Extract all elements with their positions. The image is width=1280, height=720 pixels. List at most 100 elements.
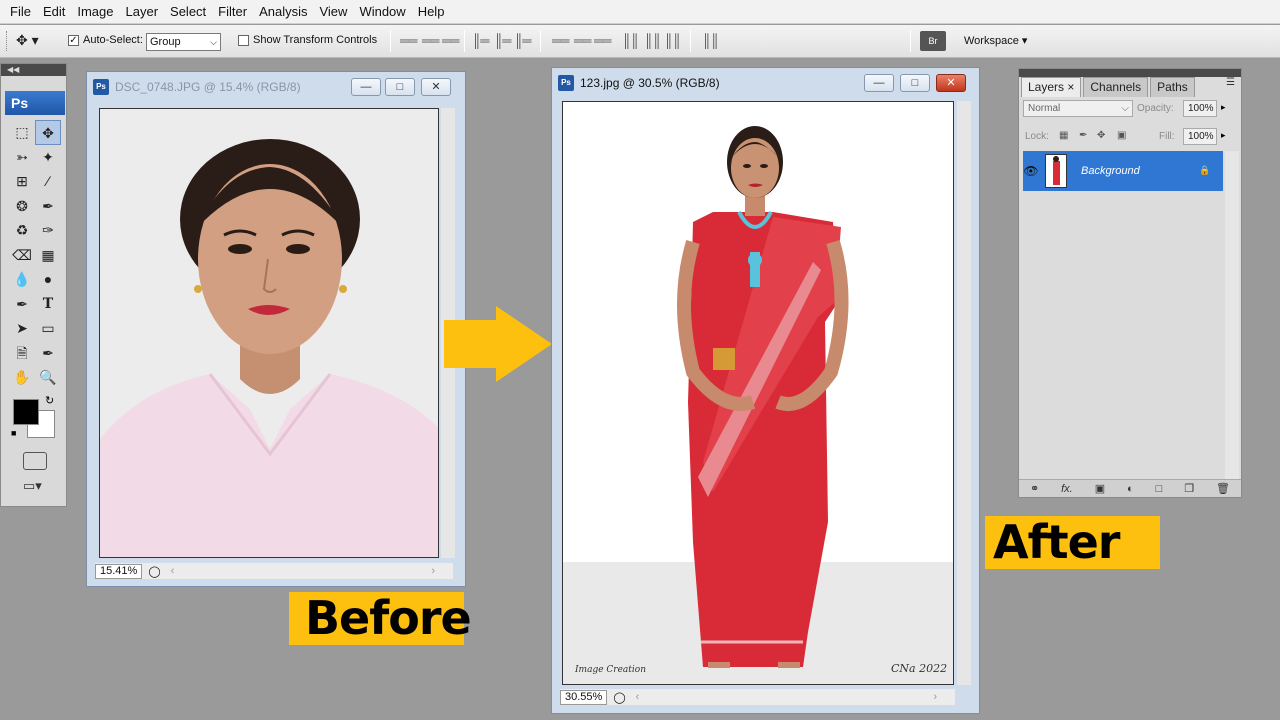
- menu-filter[interactable]: Filter: [212, 0, 253, 24]
- close-button[interactable]: ✕: [421, 78, 451, 96]
- show-transform-checkbox[interactable]: [238, 35, 249, 46]
- hand-tool-icon[interactable]: ✋: [9, 365, 35, 390]
- panel-header-bar[interactable]: [1019, 69, 1241, 77]
- slice-tool-icon[interactable]: ∕: [35, 169, 61, 194]
- menu-analysis[interactable]: Analysis: [253, 0, 313, 24]
- lock-image-icon[interactable]: ✒: [1079, 130, 1087, 141]
- distribute-top-icon[interactable]: ══: [552, 33, 569, 48]
- ps-logo[interactable]: Ps: [5, 91, 65, 115]
- adjustment-layer-icon[interactable]: ◐: [1127, 483, 1134, 495]
- document-title-bar[interactable]: Ps 123.jpg @ 30.5% (RGB/8): [558, 72, 720, 94]
- default-colors-icon[interactable]: ■: [11, 428, 16, 438]
- panel-menu-icon[interactable]: ☰: [1226, 77, 1235, 88]
- maximize-button[interactable]: □: [900, 74, 930, 92]
- close-tab-icon[interactable]: ×: [1067, 80, 1074, 94]
- menu-layer[interactable]: Layer: [120, 0, 165, 24]
- lock-transparent-icon[interactable]: ▦: [1059, 130, 1068, 141]
- opacity-field[interactable]: 100%: [1183, 100, 1217, 117]
- zoom-tool-icon[interactable]: 🔍: [35, 365, 61, 390]
- eyedropper-tool-icon[interactable]: ✒: [35, 341, 61, 366]
- distribute-right-icon[interactable]: ║║: [664, 33, 681, 48]
- align-vcenter-icon[interactable]: ══: [422, 33, 439, 48]
- tools-panel-collapse[interactable]: ◀◀: [1, 64, 66, 76]
- screen-mode-icon[interactable]: ▭▾: [23, 478, 49, 496]
- rectangle-tool-icon[interactable]: ▭: [35, 316, 61, 341]
- path-selection-tool-icon[interactable]: ➤: [9, 316, 35, 341]
- minimize-button[interactable]: —: [351, 78, 381, 96]
- magic-wand-tool-icon[interactable]: ✦: [35, 145, 61, 170]
- move-tool-preset-icon[interactable]: ✥ ▾: [16, 32, 39, 49]
- marquee-tool-icon[interactable]: ⬚: [9, 120, 35, 145]
- status-menu-icon[interactable]: ◯: [148, 565, 160, 578]
- dodge-tool-icon[interactable]: ●: [35, 267, 61, 292]
- auto-select-checkbox[interactable]: ✓: [68, 35, 79, 46]
- maximize-button[interactable]: □: [385, 78, 415, 96]
- scroll-left-icon[interactable]: ‹: [171, 565, 175, 577]
- add-mask-icon[interactable]: ▣: [1095, 482, 1105, 495]
- close-button[interactable]: ✕: [936, 74, 966, 92]
- document-canvas-after[interactable]: Image Creation CNa 2022: [562, 101, 954, 685]
- distribute-hcenter-icon[interactable]: ║║: [644, 33, 661, 48]
- new-group-icon[interactable]: □: [1156, 483, 1163, 495]
- notes-tool-icon[interactable]: 🗎: [9, 341, 35, 366]
- pen-tool-icon[interactable]: ✒: [9, 292, 35, 317]
- workspace-menu[interactable]: Workspace ▾: [964, 34, 1027, 47]
- options-bar-grip[interactable]: [6, 31, 9, 51]
- scroll-left-icon[interactable]: ‹: [636, 691, 640, 703]
- tab-channels[interactable]: Channels: [1083, 77, 1149, 97]
- align-hcenter-icon[interactable]: ║═: [494, 33, 511, 48]
- bridge-icon[interactable]: Br: [920, 31, 946, 51]
- fill-field[interactable]: 100%: [1183, 128, 1217, 145]
- distribute-vcenter-icon[interactable]: ══: [574, 33, 591, 48]
- align-top-icon[interactable]: ══: [400, 33, 417, 48]
- lasso-tool-icon[interactable]: ➳: [9, 145, 35, 170]
- zoom-level-field[interactable]: 30.55%: [560, 689, 608, 705]
- delete-layer-icon[interactable]: 🗑: [1216, 482, 1230, 495]
- scroll-right-icon[interactable]: ›: [933, 691, 937, 703]
- menu-edit[interactable]: Edit: [37, 0, 71, 24]
- lock-position-icon[interactable]: ✥: [1097, 130, 1105, 141]
- menu-window[interactable]: Window: [353, 0, 411, 24]
- blend-mode-dropdown[interactable]: Normal ⌵: [1023, 100, 1133, 117]
- new-layer-icon[interactable]: ❐: [1184, 482, 1194, 495]
- auto-select-group-dropdown[interactable]: Group ⌵: [146, 33, 221, 51]
- zoom-level-field[interactable]: 15.41%: [95, 563, 143, 579]
- opacity-slider-icon[interactable]: ▸: [1221, 102, 1226, 113]
- visibility-eye-icon[interactable]: 👁: [1020, 153, 1042, 189]
- link-layers-icon[interactable]: ⚭: [1030, 482, 1039, 495]
- fill-slider-icon[interactable]: ▸: [1221, 130, 1226, 141]
- menu-image[interactable]: Image: [71, 0, 119, 24]
- menu-help[interactable]: Help: [412, 0, 451, 24]
- history-brush-tool-icon[interactable]: ✑: [35, 218, 61, 243]
- align-bottom-icon[interactable]: ══: [442, 33, 459, 48]
- distribute-bottom-icon[interactable]: ══: [594, 33, 611, 48]
- move-tool-icon[interactable]: ✥: [35, 120, 61, 145]
- menu-file[interactable]: File: [4, 0, 37, 24]
- menu-select[interactable]: Select: [164, 0, 212, 24]
- crop-tool-icon[interactable]: ⊞: [9, 169, 35, 194]
- align-right-icon[interactable]: ║═: [514, 33, 531, 48]
- foreground-color-swatch[interactable]: [13, 399, 39, 425]
- type-tool-icon[interactable]: T: [35, 292, 61, 317]
- vertical-scrollbar[interactable]: [957, 101, 971, 685]
- clone-stamp-tool-icon[interactable]: ♻: [9, 218, 35, 243]
- auto-align-layers-icon[interactable]: ║║: [702, 33, 719, 48]
- scroll-right-icon[interactable]: ›: [431, 565, 435, 577]
- tab-paths[interactable]: Paths: [1150, 77, 1195, 97]
- gradient-tool-icon[interactable]: ▦: [35, 243, 61, 268]
- lock-all-icon[interactable]: ▣: [1117, 130, 1126, 141]
- distribute-left-icon[interactable]: ║║: [622, 33, 639, 48]
- minimize-button[interactable]: —: [864, 74, 894, 92]
- swap-colors-icon[interactable]: ↻: [45, 394, 54, 407]
- status-menu-icon[interactable]: ◯: [613, 691, 625, 704]
- document-canvas-before[interactable]: [99, 108, 439, 558]
- eraser-tool-icon[interactable]: ⌫: [9, 243, 35, 268]
- tab-layers[interactable]: Layers ×: [1021, 77, 1082, 97]
- blur-tool-icon[interactable]: 💧: [9, 267, 35, 292]
- layers-scrollbar[interactable]: [1225, 151, 1239, 481]
- layer-style-icon[interactable]: fx.: [1061, 483, 1073, 495]
- document-title-bar[interactable]: Ps DSC_0748.JPG @ 15.4% (RGB/8): [93, 76, 301, 98]
- menu-view[interactable]: View: [313, 0, 353, 24]
- brush-tool-icon[interactable]: ✒: [35, 194, 61, 219]
- layer-name[interactable]: Background: [1081, 165, 1140, 177]
